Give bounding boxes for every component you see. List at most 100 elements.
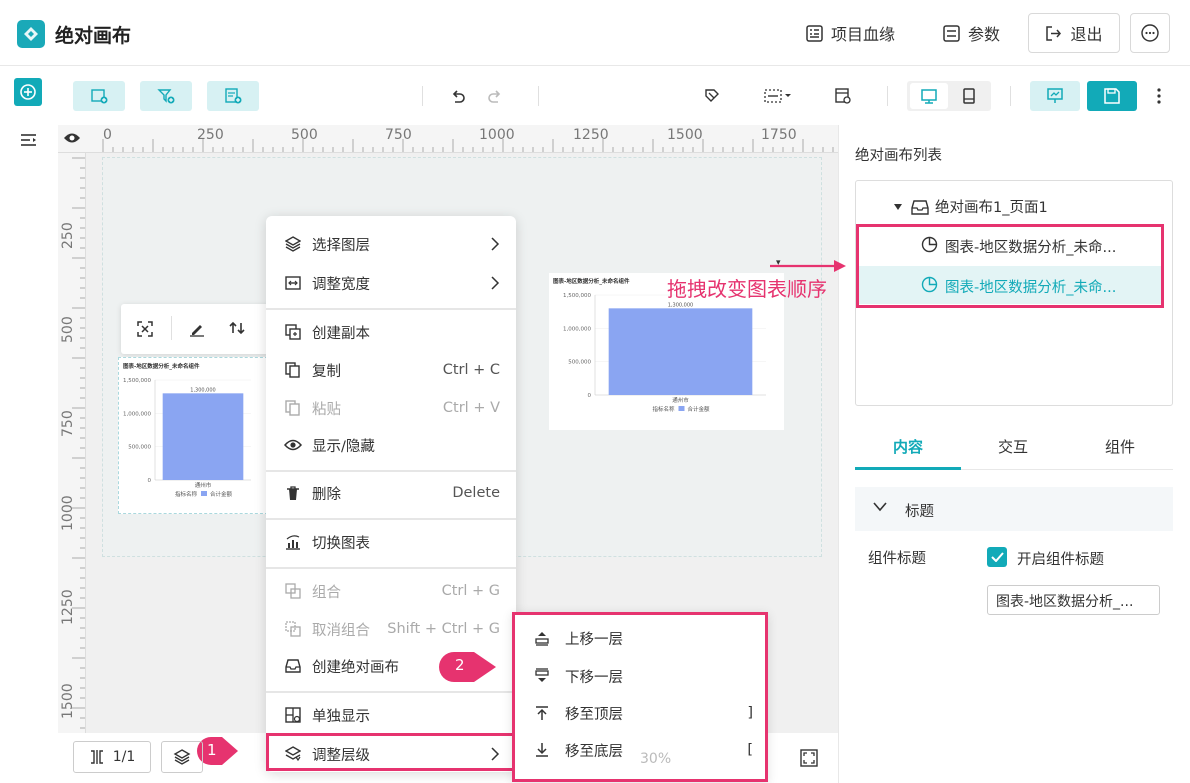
tab-component[interactable]: 组件 (1105, 436, 1135, 457)
app-title: 绝对画布 (55, 25, 132, 47)
menu-item-delete[interactable]: 删除 Delete (266, 475, 516, 511)
ruler-label-left: 1500 (60, 683, 76, 719)
toolbar-divider (1010, 86, 1011, 106)
format-painter-button[interactable] (697, 81, 727, 111)
legend-swatch (678, 406, 685, 411)
submenu-item-move-down[interactable]: 下移一层 (533, 661, 753, 691)
params-icon (943, 24, 960, 42)
edit-pencil-icon[interactable] (188, 321, 206, 337)
add-image-button[interactable] (73, 81, 125, 111)
undo-button[interactable] (443, 81, 473, 111)
sort-arrows-icon[interactable] (228, 319, 246, 337)
section-title-header[interactable]: 标题 (855, 487, 1173, 531)
menu-item-adjust-width[interactable]: 调整宽度 (266, 265, 516, 301)
ruler-visibility-button[interactable] (58, 125, 86, 152)
chart-title: 图表-地区数据分析_未命名组件 (123, 362, 200, 370)
params-label: 参数 (968, 25, 1001, 44)
page-split-icon (89, 749, 105, 765)
menu-item-switch-chart[interactable]: 切换图表 (266, 524, 516, 560)
context-menu: 选择图层 调整宽度 创建副本 复制 Ctrl + C 粘贴 Ctrl + V 显… (266, 216, 516, 772)
toolbar-divider (171, 316, 172, 340)
page-settings-button[interactable] (828, 81, 858, 111)
ruler-label-top: 1000 (479, 127, 515, 143)
distribute-button[interactable] (760, 81, 794, 111)
chevron-right-icon (490, 276, 500, 290)
ruler-label-top: 750 (385, 127, 412, 143)
menu-divider (266, 470, 516, 472)
inbox-icon (284, 658, 302, 674)
page-selector[interactable]: 1/1 (73, 741, 151, 773)
duplicate-icon (284, 324, 302, 340)
legend-label: 指标名称 (652, 405, 675, 413)
legend-label: 指标名称 (175, 490, 198, 498)
tablet-view-button[interactable] (950, 83, 988, 109)
redo-button[interactable] (480, 81, 510, 111)
menu-item-select-layer[interactable]: 选择图层 (266, 226, 516, 262)
menu-divider (266, 567, 516, 569)
y-tick-label: 1,000,000 (123, 411, 151, 417)
component-title-label: 组件标题 (868, 551, 926, 567)
menu-item-show-hide[interactable]: 显示/隐藏 (266, 427, 516, 463)
menu-item-paste[interactable]: 粘贴 Ctrl + V (266, 390, 516, 426)
tab-interaction[interactable]: 交互 (998, 436, 1028, 457)
layers-panel-button[interactable] (161, 741, 203, 773)
tab-content[interactable]: 内容 (893, 436, 923, 457)
exit-button[interactable]: 退出 (1028, 13, 1120, 53)
ruler-label-left: 250 (60, 222, 76, 249)
toolbar-more-button[interactable] (1150, 81, 1168, 111)
chevron-right-icon (490, 237, 500, 251)
expand-icon[interactable] (137, 321, 153, 337)
add-filter-icon (157, 87, 175, 105)
vertical-ruler: 250 500 750 1000 1250 1500 (58, 153, 86, 733)
add-report-button[interactable] (207, 81, 259, 111)
add-filter-button[interactable] (140, 81, 192, 111)
paste-icon (284, 400, 302, 416)
annotation-arrow-icon (770, 258, 848, 274)
chart-floating-toolbar (121, 304, 271, 354)
legend-swatch (201, 491, 207, 496)
chart-component-1[interactable]: 图表-地区数据分析_未命名组件 1,500,000 1,000,000 500,000… (118, 357, 268, 514)
legend-label: 合计金额 (210, 490, 233, 498)
lineage-label: 项目血缘 (831, 25, 896, 44)
component-title-input[interactable]: 图表-地区数据分析_... (987, 585, 1160, 615)
submenu-item-bring-to-front[interactable]: 移至顶层 ] (533, 698, 753, 728)
save-button[interactable] (1087, 81, 1137, 111)
menu-item-ungroup[interactable]: 取消组合 Shift + Ctrl + G (266, 611, 516, 647)
more-horizontal-icon (1140, 23, 1160, 43)
menu-item-show-alone[interactable]: 单独显示 (266, 697, 516, 733)
ruler-label-top: 1750 (761, 127, 797, 143)
zoom-level[interactable]: 30% (640, 751, 671, 767)
submenu-item-move-up[interactable]: 上移一层 (533, 623, 753, 653)
lineage-icon (806, 24, 823, 42)
chart-title: 图表-地区数据分析_未命名组件 (553, 277, 630, 285)
preview-button[interactable] (1030, 81, 1080, 111)
caret-down-icon (893, 203, 903, 211)
toolbar-divider (538, 86, 539, 106)
params-button[interactable]: 参数 (943, 14, 1000, 52)
menu-item-copy[interactable]: 复制 Ctrl + C (266, 352, 516, 388)
chevron-down-icon (873, 502, 887, 512)
legend-label: 合计金额 (688, 405, 711, 413)
exit-label: 退出 (1070, 25, 1103, 44)
tree-root-item[interactable]: 绝对画布1_页面1 (893, 196, 1048, 217)
bar (162, 393, 244, 480)
desktop-view-button[interactable] (910, 83, 948, 109)
ruler-label-top: 0 (103, 127, 112, 143)
menu-item-group[interactable]: 组合 Ctrl + G (266, 573, 516, 609)
y-tick-label: 500,000 (128, 445, 151, 451)
brush-icon (703, 87, 721, 105)
trash-icon (284, 485, 302, 501)
more-options-button[interactable] (1130, 13, 1170, 53)
ruler-label-left: 750 (60, 410, 76, 437)
tablet-icon (960, 87, 978, 105)
enable-title-checkbox[interactable] (987, 547, 1007, 567)
check-icon (990, 552, 1004, 562)
menu-item-duplicate[interactable]: 创建副本 (266, 314, 516, 350)
outline-toggle-button[interactable] (20, 133, 38, 149)
fit-screen-button[interactable] (800, 749, 820, 769)
data-label: 1,300,000 (668, 302, 693, 308)
lineage-button[interactable]: 项目血缘 (806, 14, 895, 52)
drag-annotation: 拖拽改变图表顺序 (667, 277, 827, 301)
bar (608, 308, 753, 395)
distribute-icon (763, 87, 791, 105)
